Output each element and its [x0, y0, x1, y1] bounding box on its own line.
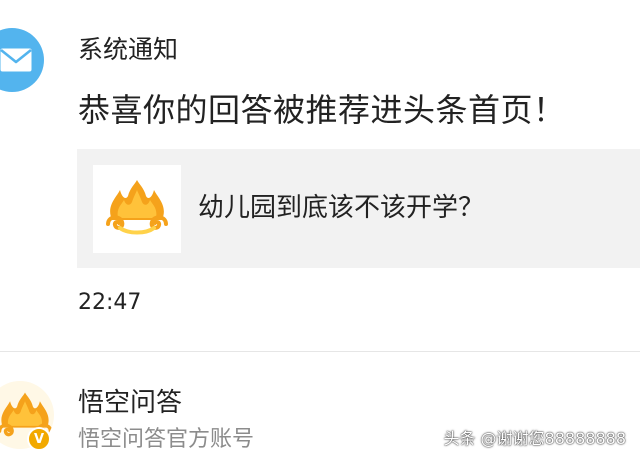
watermark: 头条 @谢谢您88888888 [443, 429, 626, 448]
mail-icon [0, 48, 32, 72]
divider [0, 351, 640, 352]
answer-link-card[interactable]: 幼儿园到底该不该开学？ [77, 149, 640, 268]
verified-badge: V [27, 427, 51, 451]
card-thumbnail [93, 165, 181, 253]
sender-name: 系统通知 [78, 35, 179, 64]
account-description: 悟空问答官方账号 [78, 427, 255, 452]
message-timestamp: 22:47 [78, 290, 142, 315]
card-title: 幼儿园到底该不该开学？ [198, 193, 485, 223]
notification-message: 恭喜你的回答被推荐进头条首页！ [78, 91, 566, 129]
verified-badge-label: V [33, 431, 45, 447]
wukong-logo-icon [106, 180, 168, 235]
account-name[interactable]: 悟空问答 [78, 385, 182, 421]
notification-page: 系统通知 恭喜你的回答被推荐进头条首页！ 幼儿园到底该不该开学？ 22:47 V… [0, 0, 640, 460]
system-notice-avatar[interactable] [0, 28, 44, 92]
